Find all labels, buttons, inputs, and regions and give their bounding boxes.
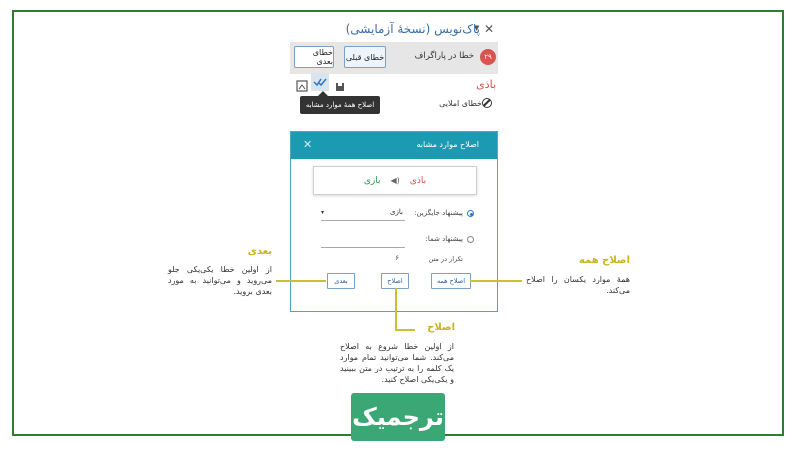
error-count-badge: ۲۹ (480, 49, 496, 65)
dialog-header: اصلاح موارد مشابه ✕ (291, 132, 497, 159)
error-type-label: خطای املایی (439, 99, 482, 108)
next-callout-text: از اولین خطا یکی‌یکی جلو می‌روید و می‌تو… (168, 265, 272, 296)
suggest-select[interactable]: بازی ▾ (321, 206, 405, 221)
next-button[interactable]: بعدی (327, 273, 355, 289)
image-icon[interactable] (296, 77, 308, 92)
dialog-title: اصلاح موارد مشابه (416, 140, 479, 149)
suggest-value: بازی (390, 208, 403, 216)
dialog-close-icon[interactable]: ✕ (303, 138, 312, 151)
fix-button[interactable]: اصلاح (381, 273, 409, 289)
fix-callout-title: اصلاح (427, 322, 455, 333)
fix-all-callout-text: همهٔ موارد یکسان را اصلاح می‌کند. (526, 275, 630, 295)
ignore-icon[interactable] (482, 98, 492, 108)
fix-callout-text: از اولین خطا شروع به اصلاح می‌کند. شما م… (340, 342, 454, 384)
correct-word: بازی (363, 175, 381, 186)
word-compare-box: بازی ◀) باذی (313, 166, 477, 195)
fix-connector (395, 288, 397, 330)
next-connector (276, 280, 326, 282)
prev-error-button[interactable]: خطای قبلی (344, 46, 386, 68)
current-word: باذی (476, 78, 496, 91)
next-error-button[interactable]: خطای بعدی (294, 46, 334, 68)
save-icon[interactable] (335, 77, 345, 91)
pane-close-icon[interactable]: ✕ (484, 22, 494, 36)
chevron-down-icon: ▾ (321, 209, 325, 216)
errors-label: خطا در پاراگراف (414, 51, 474, 61)
fix-similar-dialog: اصلاح موارد مشابه ✕ بازی ◀) باذی پیشنهاد… (290, 131, 498, 312)
custom-radio[interactable] (467, 236, 474, 243)
repeat-count: ۶ (395, 254, 399, 262)
fix-all-callout-title: اصلاح همه (578, 255, 630, 266)
next-callout-title: بعدی (247, 246, 272, 257)
suggest-radio[interactable] (467, 210, 474, 217)
fix-all-button[interactable]: اصلاح همه (431, 273, 471, 289)
pane-menu-icon[interactable]: ▼ (474, 24, 479, 32)
wrong-word: باذی (409, 175, 427, 186)
navigation-bar: خطای بعدی خطای قبلی خطا در پاراگراف ۲۹ (290, 42, 498, 74)
fix-all-icon[interactable] (311, 73, 329, 91)
suggest-label: پیشنهاد جایگزین: (414, 209, 463, 217)
pane-title: پاک‌نویس (نسخهٔ آزمایشی) (345, 22, 480, 36)
speaker-icon[interactable]: ◀) (391, 176, 400, 185)
fix-all-connector (470, 280, 522, 282)
custom-label: پیشنهاد شما: (425, 235, 463, 243)
tarjomic-logo: ترجمیک (351, 393, 445, 441)
repeat-label: تکرار در متن (428, 255, 464, 263)
custom-input[interactable] (321, 233, 405, 248)
fix-all-tooltip: اصلاح همهٔ موارد مشابه (300, 91, 380, 114)
